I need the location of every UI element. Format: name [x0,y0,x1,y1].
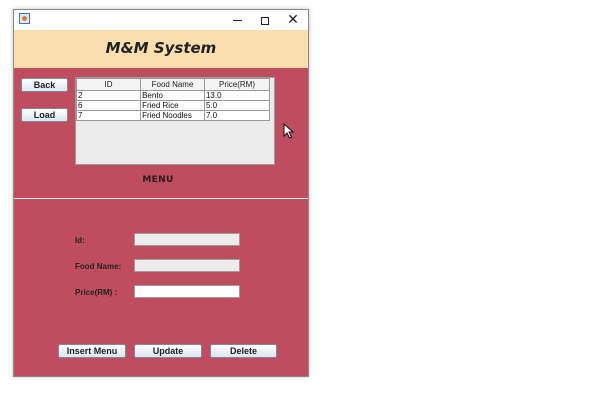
table-row[interactable]: 2 Bento 13.0 [75,90,271,101]
table-row[interactable]: 7 Fried Noodles 7.0 [75,110,271,121]
table-row[interactable]: 6 Fried Rice 5.0 [75,100,271,111]
table-cell-food-name[interactable]: Bento [140,90,205,101]
app-window: ✕ M&M System Back Load ID Food Name Pric… [13,9,309,377]
title-bar[interactable]: ✕ [14,10,308,30]
price-field[interactable] [134,285,240,298]
delete-button[interactable]: Delete [210,344,277,358]
menu-heading: MENU [142,175,174,185]
header-banner: M&M System [14,30,308,68]
minimize-icon [232,20,242,21]
maximize-icon [261,16,269,25]
table-cell-food-name[interactable]: Fried Rice [140,100,205,111]
id-field[interactable] [134,233,240,246]
menu-table: ID Food Name Price(RM) 2 Bento 13.0 6 Fr… [75,78,271,121]
mouse-cursor-icon [283,123,295,139]
menu-table-panel[interactable]: ID Food Name Price(RM) 2 Bento 13.0 6 Fr… [75,77,275,165]
load-button[interactable]: Load [21,108,68,122]
insert-menu-button[interactable]: Insert Menu [58,344,126,358]
column-header-id[interactable]: ID [75,78,142,91]
table-cell-price[interactable]: 5.0 [203,100,271,111]
maximize-button[interactable] [250,10,280,30]
java-app-icon [19,13,30,24]
column-header-price[interactable]: Price(RM) [203,78,271,91]
table-cell-id[interactable]: 2 [75,90,142,101]
minimize-button[interactable] [222,10,252,30]
app-title: M&M System [105,39,217,57]
price-label: Price(RM) : [75,288,118,297]
main-panel: M&M System Back Load ID Food Name Price(… [14,30,308,376]
table-cell-price[interactable]: 7.0 [203,110,271,121]
close-button[interactable]: ✕ [278,10,308,30]
section-divider [14,198,308,199]
table-cell-price[interactable]: 13.0 [203,90,271,101]
id-label: Id: [75,236,85,245]
close-icon: ✕ [287,12,299,28]
table-cell-id[interactable]: 7 [75,110,142,121]
column-header-food-name[interactable]: Food Name [140,78,205,91]
table-cell-id[interactable]: 6 [75,100,142,111]
back-button[interactable]: Back [21,78,68,92]
food-name-field[interactable] [134,259,240,272]
food-name-label: Food Name: [75,262,122,271]
update-button[interactable]: Update [134,344,202,358]
table-header-row: ID Food Name Price(RM) [75,78,271,91]
table-cell-food-name[interactable]: Fried Noodles [140,110,205,121]
